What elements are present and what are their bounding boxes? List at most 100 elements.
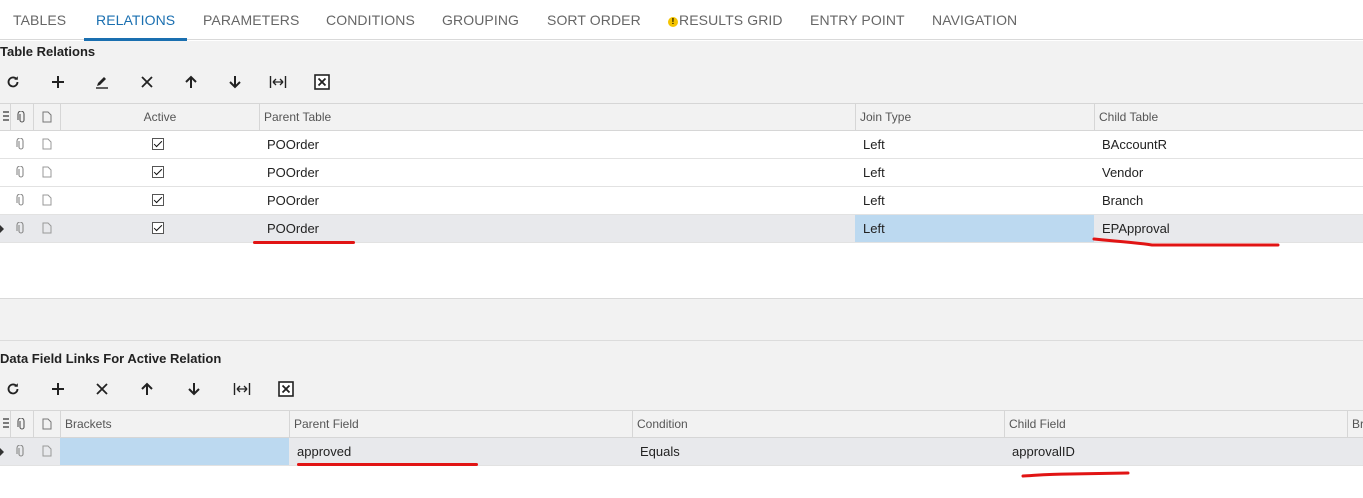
paperclip-icon [17,110,25,123]
brackets-cell[interactable] [60,438,289,465]
parent-table-cell[interactable]: POOrder [259,131,855,158]
parent-table-cell[interactable]: POOrder [259,187,855,214]
export-excel-button[interactable] [310,70,334,94]
tab-label: TABLES [13,12,67,28]
add-icon [52,76,64,88]
tab-parameters[interactable]: PARAMETERS [203,0,299,40]
paperclip-icon[interactable] [16,445,26,457]
condition-cell[interactable]: Equals [632,438,1004,465]
tab-bar: TABLES RELATIONS PARAMETERS CONDITIONS G… [0,0,1363,41]
export-excel-button[interactable] [274,377,298,401]
tab-navigation[interactable]: NAVIGATION [932,0,1017,40]
note-icon [42,111,52,123]
move-up-icon [185,75,197,88]
export-excel-icon [278,381,294,397]
tab-label: GROUPING [442,12,520,28]
tab-tables[interactable]: TABLES [13,0,66,40]
relations-section-title: Table Relations [0,44,96,59]
relations-section-header [0,41,1363,103]
edit-button[interactable] [90,70,114,94]
note-icon[interactable] [42,222,52,234]
add-icon [52,383,64,395]
links-section-title: Data Field Links For Active Relation [0,351,222,366]
parent-field-cell[interactable]: approved [289,438,632,465]
child-table-cell[interactable]: Vendor [1094,159,1363,186]
table-row[interactable]: POOrder Left Branch [0,187,1363,215]
fit-columns-button[interactable] [230,377,254,401]
note-icon[interactable] [42,445,52,457]
header-parent-table[interactable]: Parent Table [259,104,855,130]
header-brackets[interactable]: Brackets [60,411,289,437]
delete-button[interactable] [135,70,159,94]
header-parent-field[interactable]: Parent Field [289,411,632,437]
tab-entry-point[interactable]: ENTRY POINT [810,0,905,40]
paperclip-icon[interactable] [16,222,26,234]
add-button[interactable] [46,377,70,401]
header-join-type[interactable]: Join Type [855,104,1094,130]
move-down-icon [188,383,200,396]
move-down-button[interactable] [182,377,206,401]
note-icon[interactable] [42,166,52,178]
table-row[interactable]: POOrder Left Vendor [0,159,1363,187]
header-child-table[interactable]: Child Table [1094,104,1363,130]
table-row[interactable]: POOrder Left BAccountR [0,131,1363,159]
refresh-button[interactable] [1,70,25,94]
links-grid-header: Brackets Parent Field Condition Child Fi… [0,410,1363,438]
export-excel-icon [314,74,330,90]
annotation-underline [1092,237,1280,247]
delete-button[interactable] [90,377,114,401]
delete-icon [141,76,153,88]
fit-columns-icon [233,383,251,395]
edit-icon [96,77,108,89]
current-row-indicator [0,225,4,233]
move-down-button[interactable] [223,70,247,94]
move-up-button[interactable] [179,70,203,94]
table-row-selected[interactable]: approved Equals approvalID [0,438,1363,466]
tab-label: CONDITIONS [326,12,415,28]
active-checkbox[interactable] [152,138,164,150]
child-field-cell[interactable]: approvalID [1004,438,1347,465]
warning-icon: ! [668,17,678,27]
annotation-underline [297,463,478,466]
join-type-cell[interactable]: Left [855,187,1094,214]
note-header [33,104,60,130]
note-icon[interactable] [42,194,52,206]
join-type-cell[interactable]: Left [855,215,1094,242]
child-table-cell[interactable]: BAccountR [1094,131,1363,158]
note-icon[interactable] [42,138,52,150]
header-active[interactable]: Active [60,104,259,130]
fit-columns-button[interactable] [266,70,290,94]
join-type-cell[interactable]: Left [855,159,1094,186]
current-row-indicator [0,448,4,456]
tab-relations[interactable]: RELATIONS [84,0,188,41]
parent-table-cell[interactable]: POOrder [259,215,855,242]
tab-label: RELATIONS [96,12,176,28]
tab-label: SORT ORDER [547,12,641,28]
tab-grouping[interactable]: GROUPING [442,0,519,40]
refresh-button[interactable] [1,377,25,401]
move-up-button[interactable] [135,377,159,401]
header-brackets-close[interactable]: Br [1347,411,1363,437]
paperclip-icon[interactable] [16,138,26,150]
child-table-cell[interactable]: Branch [1094,187,1363,214]
parent-table-cell[interactable]: POOrder [259,159,855,186]
paperclip-icon[interactable] [16,194,26,206]
move-up-icon [141,382,153,395]
active-checkbox[interactable] [152,166,164,178]
tab-results-grid[interactable]: ! RESULTS GRID [668,0,783,40]
header-child-field[interactable]: Child Field [1004,411,1347,437]
tab-conditions[interactable]: CONDITIONS [326,0,415,40]
tab-label: PARAMETERS [203,12,300,28]
header-condition[interactable]: Condition [632,411,1004,437]
tab-label: ENTRY POINT [810,12,905,28]
tab-label: NAVIGATION [932,12,1018,28]
active-checkbox[interactable] [152,194,164,206]
row-selector-header [0,411,10,437]
refresh-icon [7,76,19,88]
active-checkbox[interactable] [152,222,164,234]
add-button[interactable] [46,70,70,94]
paperclip-icon[interactable] [16,166,26,178]
join-type-cell[interactable]: Left [855,131,1094,158]
note-header [33,411,60,437]
tab-sort-order[interactable]: SORT ORDER [547,0,641,40]
